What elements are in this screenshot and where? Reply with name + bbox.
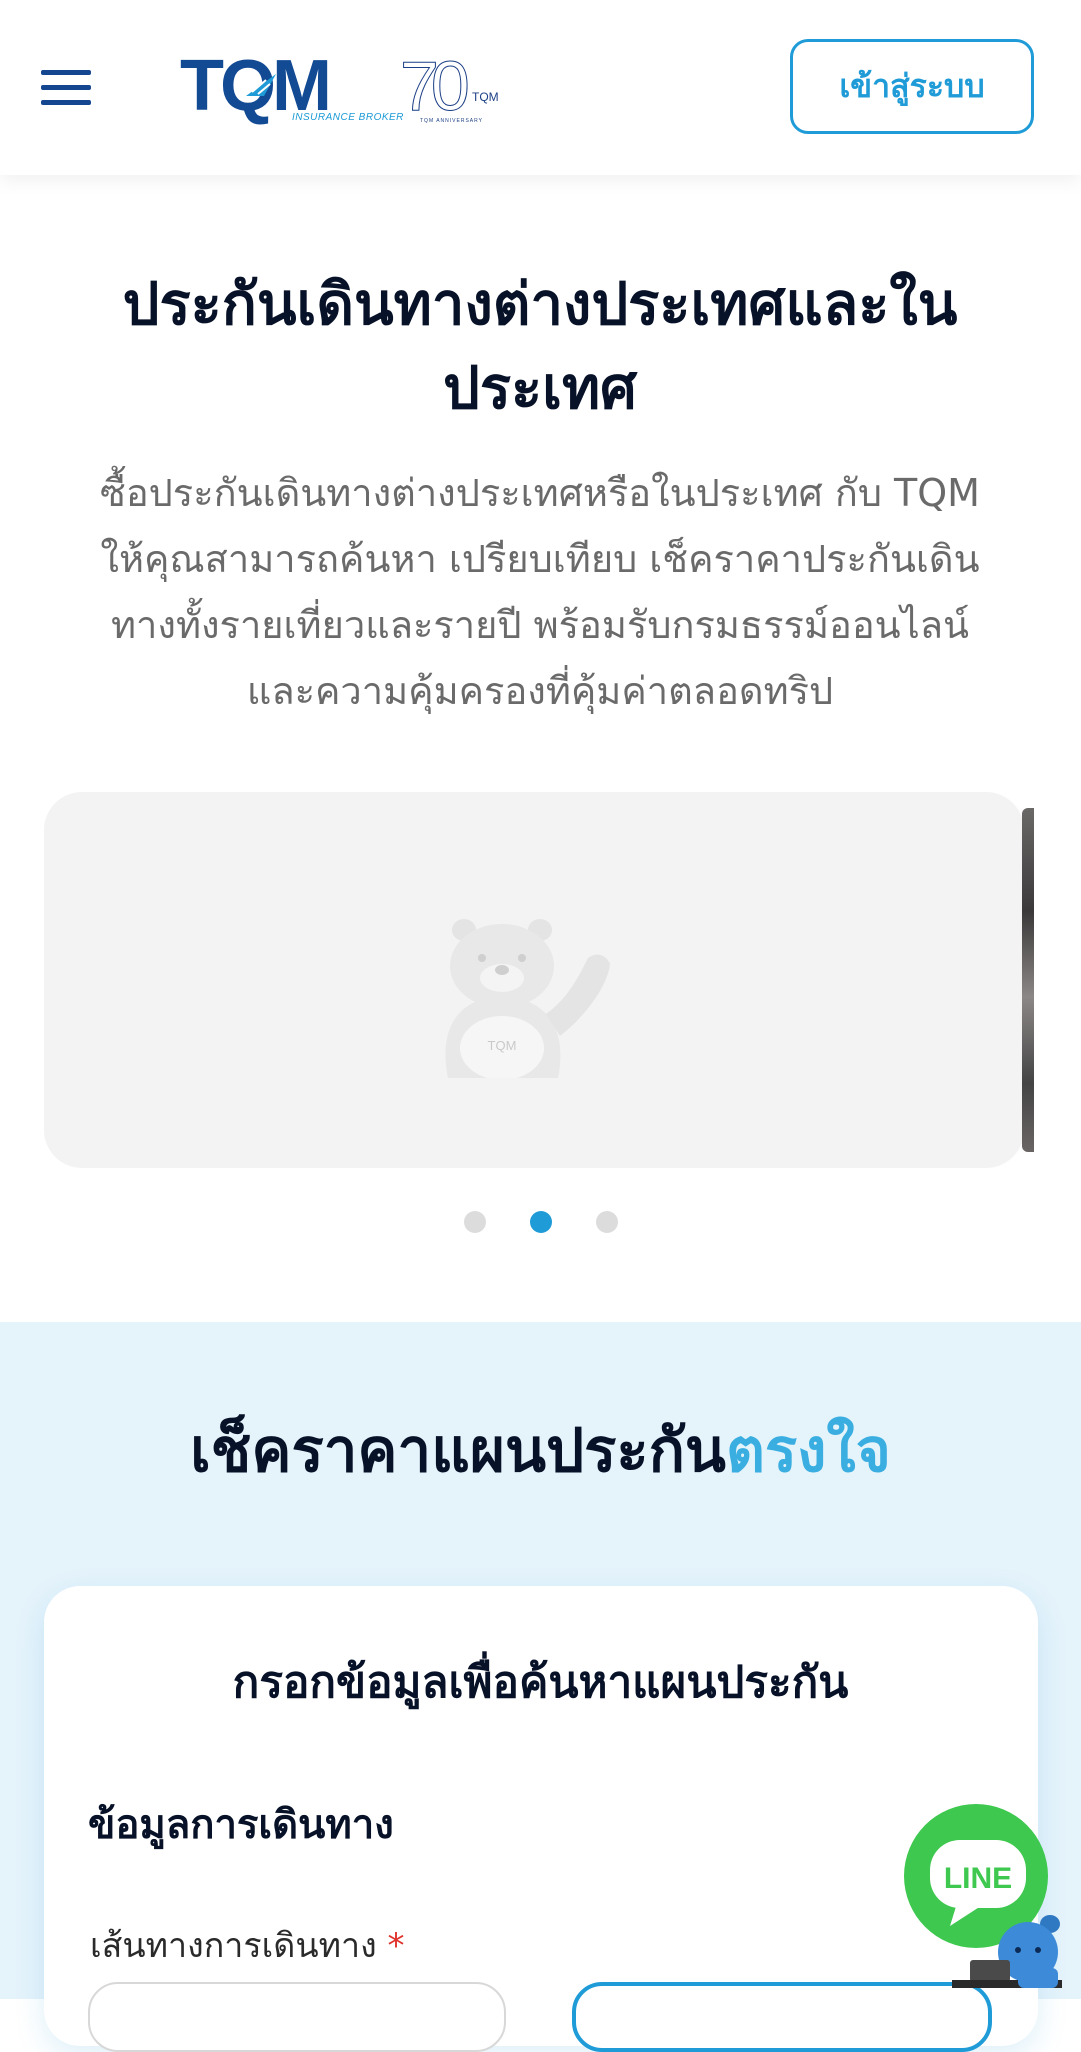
- site-header: TQM INSURANCE BROKER 70 TQM TQM ANNIVERS…: [0, 0, 1081, 175]
- brand-subtitle: INSURANCE BROKER: [292, 112, 404, 123]
- carousel-dot-3[interactable]: [596, 1211, 618, 1233]
- carousel-dots: [0, 1211, 1081, 1235]
- route-option-domestic[interactable]: [88, 1982, 506, 2052]
- menu-icon[interactable]: [38, 68, 94, 108]
- anniversary-text: TQM ANNIVERSARY: [420, 118, 483, 124]
- price-check-title: เช็คราคาแผนประกันตรงใจ: [0, 1406, 1081, 1496]
- line-label: LINE: [944, 1862, 1012, 1895]
- page-description: ซื้อประกันเดินทางต่างประเทศหรือในประเทศ …: [40, 460, 1040, 724]
- tqm-brand-logo: TQM INSURANCE BROKER: [180, 50, 403, 130]
- description-line: ให้คุณสามารถค้นหา เปรียบเทียบ เช็คราคาปร…: [100, 537, 980, 581]
- tqm-logo[interactable]: TQM INSURANCE BROKER 70 TQM TQM ANNIVERS…: [180, 47, 499, 130]
- page-title-line: ประกันเดินทางต่างประเทศและใน: [122, 270, 958, 338]
- next-slide-preview[interactable]: [1022, 808, 1034, 1152]
- route-field-label: เส้นทางการเดินทาง *: [90, 1920, 405, 1972]
- form-title: กรอกข้อมูลเพื่อค้นหาแผนประกัน: [232, 1657, 849, 1708]
- route-option-international[interactable]: [572, 1982, 992, 2052]
- description-line: ทางทั้งรายเที่ยวและรายปี พร้อมรับกรมธรรม…: [111, 603, 969, 647]
- travel-info-label: ข้อมูลการเดินทาง: [88, 1802, 394, 1848]
- page-title: ประกันเดินทางต่างประเทศและใน ประเทศ: [40, 262, 1040, 430]
- price-check-title-accent: ตรงใจ: [725, 1416, 891, 1486]
- brand-arrow-icon: [246, 74, 276, 96]
- description-line: ซื้อประกันเดินทางต่างประเทศหรือในประเทศ …: [100, 471, 980, 515]
- description-line: และความคุ้มครองที่คุ้มค่าตลอดทริป: [246, 669, 834, 713]
- carousel-dot-1[interactable]: [464, 1211, 486, 1233]
- line-chat-button[interactable]: LINE: [900, 1800, 1070, 1990]
- bear-mascot-icon: TQM: [445, 919, 610, 1078]
- route-label-text: เส้นทางการเดินทาง: [90, 1926, 377, 1966]
- mascot-text: TQM: [488, 1038, 517, 1053]
- carousel-dot-2[interactable]: [530, 1211, 552, 1233]
- carousel-slide[interactable]: TQM: [44, 792, 1024, 1168]
- price-check-title-main: เช็คราคาแผนประกัน: [190, 1416, 726, 1486]
- required-mark: *: [387, 1926, 405, 1966]
- anniversary-logo: 70 TQM TQM ANNIVERSARY: [400, 47, 510, 130]
- login-button[interactable]: เข้าสู่ระบบ: [790, 39, 1034, 134]
- anniversary-number: 70: [400, 47, 471, 126]
- page-title-line: ประเทศ: [443, 354, 637, 422]
- line-chat-icon: LINE: [904, 1804, 1062, 1988]
- anniversary-brand: TQM: [472, 90, 499, 104]
